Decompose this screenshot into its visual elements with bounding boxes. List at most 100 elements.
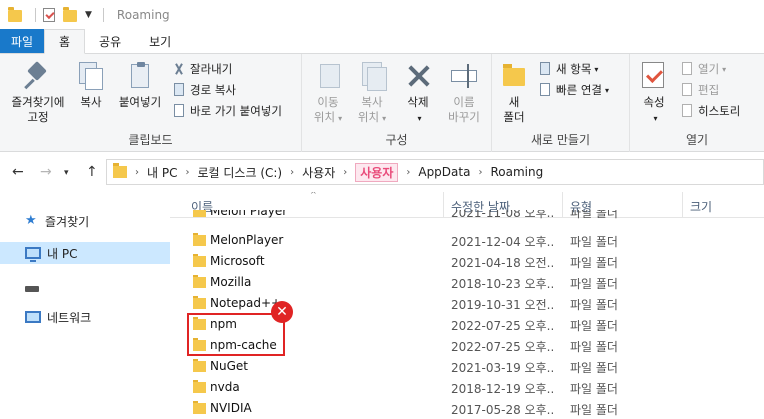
chevron-down-icon: ▾ [382, 114, 387, 123]
list-item[interactable]: Mozilla 2018-10-23 오후... 파일 폴더 [170, 272, 764, 293]
forward-arrow-icon[interactable]: → [40, 164, 52, 180]
path-icon [172, 83, 186, 97]
chevron-right-icon[interactable]: › [290, 167, 294, 178]
error-x-icon: ✕ [271, 301, 293, 323]
copy-button[interactable]: 복사 [72, 60, 110, 110]
folder-icon [193, 275, 206, 288]
highlight-box [187, 313, 285, 356]
list-item[interactable]: Melon Player 2021-11-08 오후... 파일 폴더 [170, 210, 764, 222]
breadcrumb-roaming[interactable]: Roaming [490, 165, 543, 179]
nav-quick-access[interactable]: ★ 즐겨찾기 [0, 210, 170, 232]
new-folder-icon [498, 60, 530, 92]
breadcrumb-local-disk[interactable]: 로컬 디스크 (C:) [197, 164, 282, 181]
easy-access-button[interactable]: 빠른 연결 ▾ [538, 81, 609, 99]
clipboard-group-label: 클립보드 [128, 133, 173, 147]
new-folder-button[interactable]: 새 폴더 [496, 60, 532, 125]
folder-icon [113, 163, 127, 178]
up-arrow-icon[interactable]: ↑ [86, 164, 98, 180]
properties-check-icon [638, 60, 670, 92]
open-icon [680, 62, 694, 76]
back-arrow-icon[interactable]: ← [12, 164, 24, 180]
copy-to-icon [356, 60, 388, 92]
properties-quick-icon[interactable] [43, 8, 55, 22]
nav-network[interactable]: 네트워크 [0, 306, 170, 328]
rename-button[interactable]: 이름 바꾸기 [440, 60, 488, 125]
breadcrumb-this-pc[interactable]: 내 PC [147, 164, 177, 181]
chevron-right-icon[interactable]: › [135, 167, 139, 178]
delete-button[interactable]: 삭제 ▾ [398, 60, 438, 126]
star-icon: ★ [25, 213, 37, 228]
pin-to-quick-access-button[interactable]: 즐겨찾기에 고정 [4, 60, 72, 125]
pin-icon [22, 60, 54, 92]
divider [102, 8, 104, 22]
chevron-down-icon: ▾ [417, 114, 422, 123]
breadcrumb-users[interactable]: 사용자 [302, 164, 335, 181]
chevron-right-icon[interactable]: › [406, 167, 410, 178]
list-item[interactable]: NuGet 2021-03-19 오후... 파일 폴더 [170, 356, 764, 377]
new-group: 새 폴더 새 항목 ▾ 빠른 연결 ▾ 새로 만들기 [492, 54, 630, 152]
navigation-pane: ★ 즐겨찾기 내 PC 네트워크 [0, 192, 170, 419]
chevron-down-icon: ▾ [722, 64, 727, 74]
chevron-right-icon[interactable]: › [185, 167, 189, 178]
network-icon [25, 311, 41, 323]
copy-path-button[interactable]: 경로 복사 [172, 81, 236, 99]
edit-button[interactable]: 편집 [680, 81, 719, 99]
history-button[interactable]: 히스토리 [680, 102, 740, 120]
folder-icon [193, 210, 206, 217]
tab-home[interactable]: 홈 [44, 29, 86, 54]
copy-to-button[interactable]: 복사 위치 ▾ [350, 60, 394, 126]
address-bar[interactable]: › 내 PC › 로컬 디스크 (C:) › 사용자 › 사용자 › AppDa… [106, 159, 764, 185]
history-icon [680, 104, 694, 118]
folder-icon [193, 359, 206, 372]
organize-group: 이동 위치 ▾ 복사 위치 ▾ 삭제 ▾ 이름 바꾸기 구성 [302, 54, 492, 152]
folder-icon [193, 401, 206, 414]
chevron-down-icon: ▾ [653, 114, 658, 123]
nav-drive[interactable] [0, 278, 170, 300]
recent-dropdown-icon[interactable]: ▾ [64, 168, 69, 178]
clipboard-icon [124, 60, 156, 92]
chevron-right-icon[interactable]: › [478, 167, 482, 178]
folder-icon [8, 7, 22, 22]
cut-button[interactable]: 잘라내기 [172, 60, 232, 78]
edit-icon [680, 83, 694, 97]
nav-this-pc[interactable]: 내 PC [0, 242, 170, 264]
easy-access-icon [538, 83, 552, 97]
properties-button[interactable]: 속성 ▾ [636, 60, 672, 126]
tab-file[interactable]: 파일 [0, 29, 44, 53]
list-item[interactable]: NVIDIA 2017-05-28 오후... 파일 폴더 [170, 398, 764, 419]
tab-view[interactable]: 보기 [135, 29, 185, 53]
list-item[interactable]: Microsoft 2021-04-18 오전... 파일 폴더 [170, 251, 764, 272]
new-item-icon [538, 62, 552, 76]
list-item[interactable]: Notepad++ 2019-10-31 오전... 파일 폴더 [170, 293, 764, 314]
computer-icon [25, 247, 41, 262]
open-button[interactable]: 열기 ▾ [680, 60, 726, 78]
folder-icon [193, 233, 206, 246]
chevron-down-icon: ▾ [594, 64, 599, 74]
chevron-down-icon: ▾ [338, 114, 343, 123]
rename-icon [448, 60, 480, 92]
folder-icon [193, 380, 206, 393]
title-bar: ▼ Roaming [0, 0, 764, 30]
paste-button[interactable]: 붙여넣기 [112, 60, 168, 110]
list-item[interactable]: nvda 2018-12-19 오후... 파일 폴더 [170, 377, 764, 398]
open-group-label: 열기 [685, 133, 709, 147]
ribbon: 즐겨찾기에 고정 복사 붙여넣기 잘라내기 경로 복사 바로 가기 붙여넣기 클… [0, 54, 764, 152]
new-item-button[interactable]: 새 항목 ▾ [538, 60, 598, 78]
shortcut-icon [172, 104, 186, 118]
quick-access-dropdown-icon[interactable]: ▼ [85, 10, 92, 20]
breadcrumb-user[interactable]: 사용자 [355, 162, 399, 182]
chevron-down-icon: ▾ [604, 85, 609, 95]
new-group-label: 새로 만들기 [530, 133, 590, 147]
chevron-right-icon[interactable]: › [343, 167, 347, 178]
organize-group-label: 구성 [385, 133, 408, 147]
open-group: 속성 ▾ 열기 ▾ 편집 히스토리 열기 [630, 54, 764, 152]
new-folder-quick-icon[interactable] [63, 7, 77, 22]
list-item[interactable]: MelonPlayer 2021-12-04 오후... 파일 폴더 [170, 230, 764, 251]
sort-ascending-icon: ^ [310, 192, 317, 199]
clipboard-group: 즐겨찾기에 고정 복사 붙여넣기 잘라내기 경로 복사 바로 가기 붙여넣기 클… [0, 54, 302, 152]
move-to-button[interactable]: 이동 위치 ▾ [306, 60, 350, 126]
divider [35, 8, 36, 22]
paste-shortcut-button[interactable]: 바로 가기 붙여넣기 [172, 102, 282, 120]
tab-share[interactable]: 공유 [85, 29, 135, 53]
breadcrumb-appdata[interactable]: AppData [418, 165, 470, 179]
